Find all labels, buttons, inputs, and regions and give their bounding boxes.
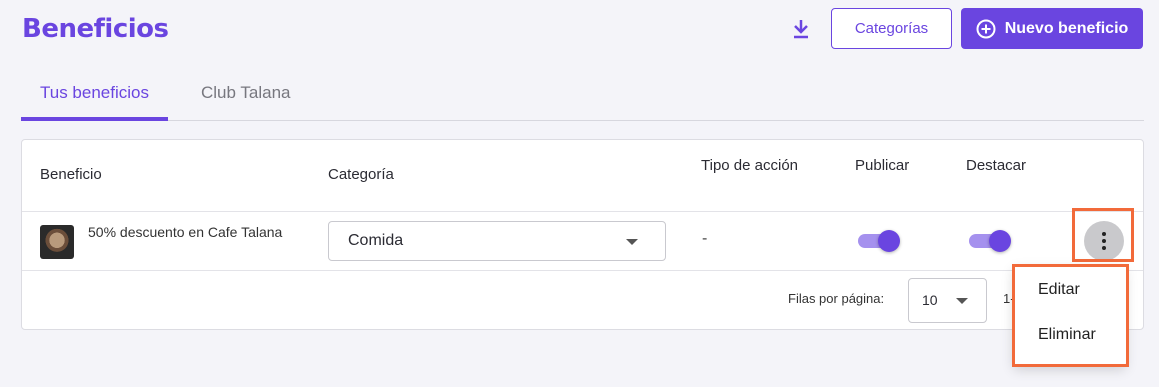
row-actions-menu: Editar Eliminar: [1013, 265, 1126, 366]
toggle-knob: [878, 230, 900, 252]
header-beneficio: Beneficio: [40, 166, 102, 183]
category-select-value: Comida: [348, 232, 404, 249]
benefit-name: 50% descuento en Cafe Talana: [88, 224, 283, 240]
tab-club-talana[interactable]: Club Talana: [182, 72, 309, 120]
new-benefit-label: Nuevo beneficio: [1004, 19, 1129, 37]
chevron-down-icon: [626, 239, 638, 245]
rows-per-page-select[interactable]: 10: [908, 278, 987, 323]
category-select[interactable]: Comida: [328, 221, 666, 261]
header-publicar: Publicar: [855, 157, 910, 174]
toggle-knob: [989, 230, 1011, 252]
row-more-options-button[interactable]: [1084, 221, 1124, 261]
categories-button[interactable]: Categorías: [831, 8, 952, 49]
dot: [1102, 246, 1106, 250]
menu-item-eliminar[interactable]: Eliminar: [1038, 326, 1096, 344]
action-type-value: -: [702, 230, 708, 247]
menu-item-editar[interactable]: Editar: [1038, 281, 1080, 299]
destacar-toggle[interactable]: [969, 230, 1011, 252]
benefits-table: Beneficio Categoría Tipo de acción Publi…: [21, 139, 1144, 330]
dot: [1102, 232, 1106, 236]
page-title: Beneficios: [22, 14, 169, 44]
dot: [1102, 239, 1106, 243]
download-icon: [794, 20, 808, 39]
tab-bar: Tus beneficios Club Talana: [21, 72, 1144, 121]
rows-per-page-label: Filas por página:: [788, 291, 885, 306]
tab-tus-beneficios[interactable]: Tus beneficios: [21, 72, 168, 121]
add-circle-icon: [976, 19, 996, 38]
publicar-toggle[interactable]: [858, 230, 900, 252]
header-divider: [22, 211, 1143, 212]
new-benefit-button[interactable]: Nuevo beneficio: [961, 8, 1143, 49]
header-tipo-accion: Tipo de acción: [701, 157, 799, 174]
benefit-thumbnail: [40, 225, 74, 259]
header-destacar: Destacar: [966, 157, 1027, 174]
rows-per-page-value: 10: [922, 292, 938, 308]
download-button[interactable]: [786, 14, 816, 44]
row-divider: [22, 270, 1143, 271]
chevron-down-icon: [956, 298, 968, 304]
header-categoria: Categoría: [328, 166, 394, 183]
